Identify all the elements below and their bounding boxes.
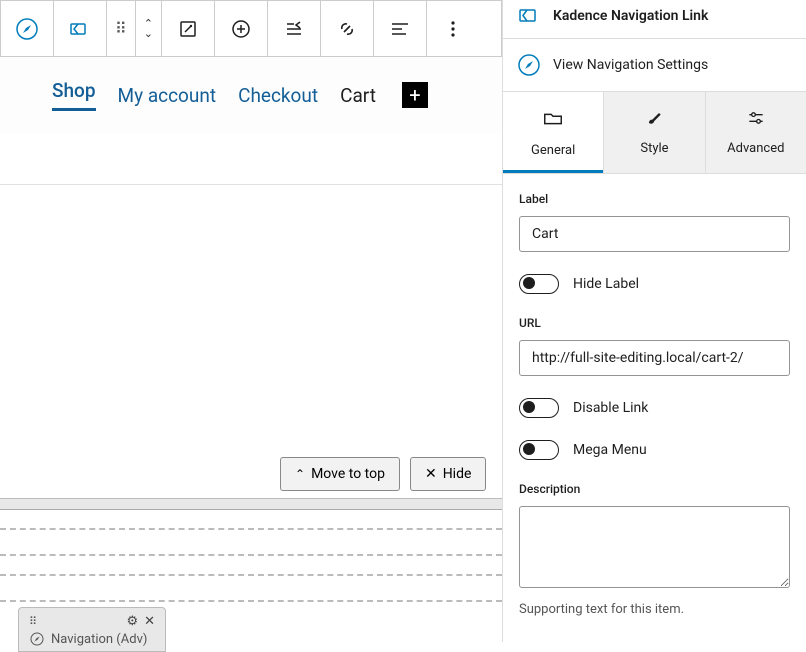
close-icon[interactable]: ✕ [144, 614, 155, 629]
compass-icon [15, 17, 39, 41]
hide-label-toggle[interactable] [519, 274, 559, 294]
block-toolbar: ⠿ ⌃⌄ [0, 0, 502, 57]
align-button[interactable] [374, 1, 427, 56]
mega-menu-text: Mega Menu [573, 442, 647, 458]
move-to-top-button[interactable]: ⌃ Move to top [280, 457, 400, 491]
block-header: Kadence Navigation Link [503, 0, 806, 38]
more-options-button[interactable] [427, 1, 479, 56]
chevron-up-icon: ⌃ [295, 467, 305, 481]
drop-zone[interactable] [0, 574, 502, 602]
sliders-icon [706, 108, 806, 133]
tab-style-label: Style [640, 141, 668, 156]
url-input[interactable] [519, 340, 790, 376]
hide-label-text: Hide Label [573, 276, 639, 292]
folder-icon [503, 108, 603, 135]
move-buttons[interactable]: ⌃⌄ [136, 1, 162, 56]
nav-link-myaccount[interactable]: My account [118, 84, 217, 107]
edit-link-button[interactable] [162, 1, 215, 56]
close-icon: ✕ [425, 466, 437, 482]
disable-link-toggle[interactable] [519, 398, 559, 418]
divider [0, 184, 502, 185]
plus-circle-icon [229, 17, 253, 41]
nav-link-cart[interactable]: Cart [340, 84, 376, 107]
nav-icon [68, 17, 92, 41]
general-panel: Label Hide Label URL Disable Link Mega M… [503, 174, 806, 635]
compass-icon [517, 53, 541, 77]
link-icon [335, 17, 359, 41]
brush-icon [604, 108, 704, 133]
block-type-icon [517, 4, 541, 28]
drag-handle[interactable]: ⠿ [107, 1, 136, 56]
nav-icon-button[interactable] [54, 1, 107, 56]
tab-general[interactable]: General [503, 92, 603, 173]
label-field-title: Label [519, 192, 790, 206]
breadcrumb-label: Navigation (Adv) [51, 632, 147, 647]
outdent-button[interactable] [268, 1, 321, 56]
nav-link-shop[interactable]: Shop [52, 79, 96, 111]
outdent-icon [282, 17, 306, 41]
link-button[interactable] [321, 1, 374, 56]
editor-canvas: ⠿ ⌃⌄ Shop My account Checkout Cart + [0, 0, 502, 642]
add-submenu-button[interactable] [215, 1, 268, 56]
settings-icon[interactable]: ⚙ [126, 614, 138, 629]
block-breadcrumb[interactable]: ⠿ ⚙ ✕ Navigation (Adv) [18, 607, 166, 652]
hide-label: Hide [443, 466, 472, 482]
disable-link-text: Disable Link [573, 400, 648, 416]
block-title: Kadence Navigation Link [553, 8, 708, 24]
label-input[interactable] [519, 216, 790, 252]
edit-icon [176, 17, 200, 41]
add-nav-item-button[interactable]: + [402, 82, 428, 108]
nav-link-checkout[interactable]: Checkout [238, 84, 318, 107]
block-type-button[interactable] [1, 1, 54, 56]
tab-style[interactable]: Style [603, 92, 704, 173]
compass-icon [29, 631, 45, 647]
move-arrows-icon: ⌃⌄ [144, 20, 153, 38]
inspector-sidebar: Kadence Navigation Link View Navigation … [502, 0, 806, 642]
drop-zone[interactable] [0, 528, 502, 556]
drag-icon[interactable]: ⠿ [29, 615, 37, 628]
align-icon [388, 17, 412, 41]
floating-actions: ⌃ Move to top ✕ Hide [280, 457, 486, 491]
navigation-preview: Shop My account Checkout Cart + [0, 57, 502, 133]
description-textarea[interactable] [519, 506, 790, 588]
description-helper: Supporting text for this item. [519, 602, 790, 617]
tab-advanced[interactable]: Advanced [705, 92, 806, 173]
inspector-tabs: General Style Advanced [503, 92, 806, 174]
hide-button[interactable]: ✕ Hide [410, 457, 486, 491]
mega-menu-toggle[interactable] [519, 440, 559, 460]
tab-general-label: General [531, 143, 575, 158]
more-icon [441, 17, 465, 41]
template-border [0, 498, 505, 510]
drag-icon: ⠿ [115, 19, 127, 38]
view-navigation-settings-label: View Navigation Settings [553, 57, 708, 73]
move-to-top-label: Move to top [311, 466, 385, 482]
url-field-title: URL [519, 316, 790, 330]
description-field-title: Description [519, 482, 790, 496]
view-navigation-settings-link[interactable]: View Navigation Settings [503, 38, 806, 92]
tab-advanced-label: Advanced [727, 141, 784, 156]
